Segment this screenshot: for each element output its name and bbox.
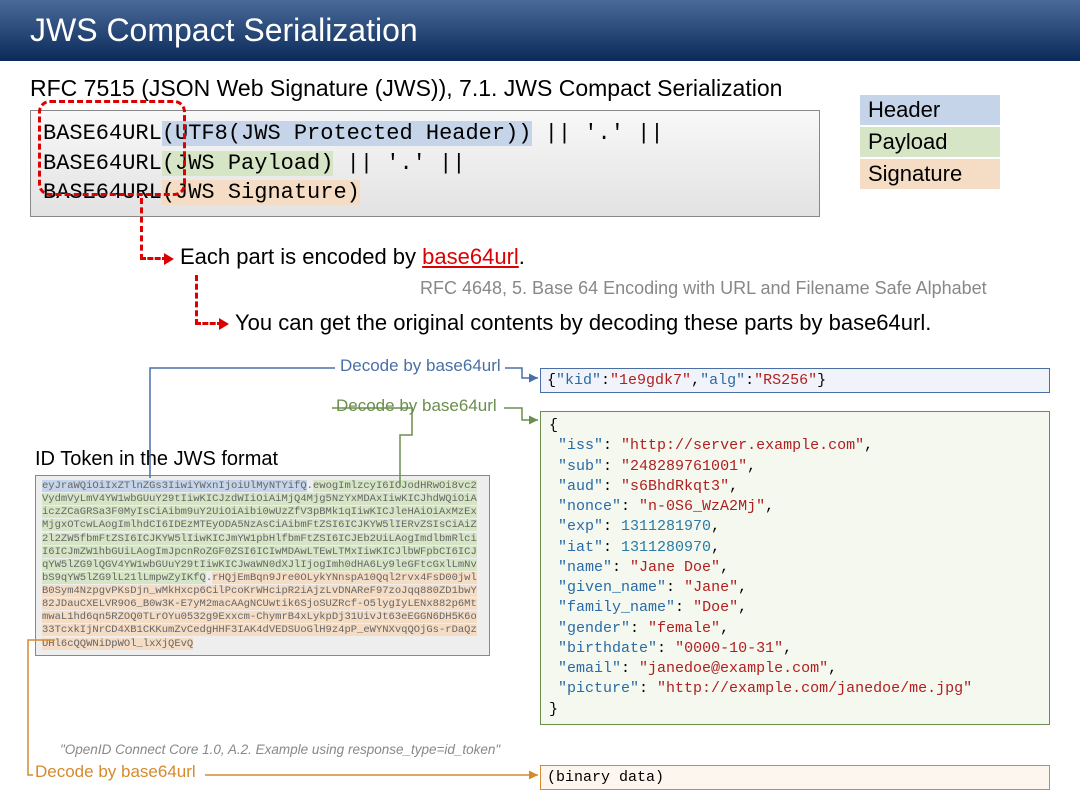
- legend: Header Payload Signature: [860, 95, 1000, 191]
- page-title: JWS Compact Serialization: [0, 0, 1080, 61]
- token-payload-part: ewogImlzcyI6ICJodHRwOi8vc2VydmVyLmV4YW1w…: [42, 480, 477, 584]
- legend-signature: Signature: [860, 159, 1000, 189]
- concat-op: || '.' ||: [333, 151, 465, 176]
- note-encoded-by: Each part is encoded by base64url.: [180, 244, 525, 270]
- base64url-link[interactable]: base64url: [422, 244, 519, 269]
- decoded-payload-box: { "iss": "http://server.example.com", "s…: [540, 411, 1050, 725]
- rfc4648-reference: RFC 4648, 5. Base 64 Encoding with URL a…: [420, 278, 987, 299]
- decoded-header-box: {"kid":"1e9gdk7","alg":"RS256"}: [540, 368, 1050, 393]
- arrow-head-icon: [219, 318, 229, 330]
- syntax-payload-arg: (JWS Payload): [162, 151, 334, 176]
- arrow-connector: [140, 198, 168, 260]
- decoded-signature-box: (binary data): [540, 765, 1050, 790]
- syntax-signature-arg: (JWS Signature): [162, 180, 360, 205]
- token-title: ID Token in the JWS format: [35, 448, 278, 471]
- base64url-highlight-box: [38, 100, 186, 196]
- arrow-head-icon: [164, 253, 174, 265]
- decode-signature-label: Decode by base64url: [35, 762, 196, 782]
- syntax-header-arg: (UTF8(JWS Protected Header)): [162, 121, 532, 146]
- legend-payload: Payload: [860, 127, 1000, 157]
- note-decode: You can get the original contents by dec…: [235, 310, 931, 336]
- decode-header-label: Decode by base64url: [340, 356, 501, 376]
- citation: "OpenID Connect Core 1.0, A.2. Example u…: [60, 742, 500, 757]
- token-header-part: eyJraWQiOiIxZTlnZGs3IiwiYWxnIjoiUlMyNTYi…: [42, 480, 307, 492]
- legend-header: Header: [860, 95, 1000, 125]
- decode-payload-label: Decode by base64url: [336, 396, 497, 416]
- concat-op: || '.' ||: [532, 121, 664, 146]
- jws-token-box: eyJraWQiOiIxZTlnZGs3IiwiYWxnIjoiUlMyNTYi…: [35, 475, 490, 656]
